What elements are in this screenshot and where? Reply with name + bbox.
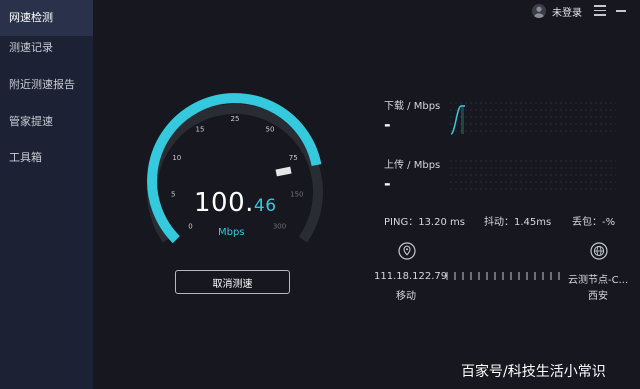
- upload-value: -: [384, 174, 391, 193]
- packet-loss-stat: 丢包：-%: [572, 217, 616, 228]
- speed-value: 100.46: [194, 188, 277, 218]
- server-node: 云测节点-C...: [568, 275, 629, 286]
- minimize-icon[interactable]: [616, 10, 626, 12]
- cancel-test-button[interactable]: 取消测速: [175, 270, 290, 294]
- client-ip: 111.18.122.79: [374, 271, 448, 282]
- upload-graph: [450, 160, 616, 190]
- gauge-tick-label: 25: [231, 115, 240, 123]
- sidebar-item-label: 工具箱: [9, 151, 42, 164]
- gauge-tick-label: 5: [171, 190, 175, 198]
- connection-progress-ticks: [446, 272, 560, 280]
- speed-value-decimal: 46: [253, 196, 277, 216]
- gauge-tick-label: 15: [196, 126, 205, 134]
- upload-label: 上传 / Mbps: [384, 160, 441, 171]
- sidebar-item-label: 附近测速报告: [9, 78, 75, 91]
- sidebar-item-nearby-report[interactable]: 附近测速报告: [0, 67, 93, 103]
- sidebar-item-history[interactable]: 测速记录: [0, 30, 93, 66]
- ping-stat: PING：13.20 ms: [384, 217, 465, 228]
- gauge-tick-label: 10: [172, 154, 181, 162]
- login-status[interactable]: 未登录: [532, 2, 582, 20]
- server-city: 西安: [588, 291, 608, 302]
- watermark: 百家号/科技生活小常识: [461, 364, 606, 380]
- globe-icon: [590, 242, 608, 260]
- sidebar-item-boost[interactable]: 管家提速: [0, 104, 93, 140]
- gauge-tick-label: 50: [266, 126, 275, 134]
- sidebar-item-toolbox[interactable]: 工具箱: [0, 140, 93, 176]
- download-value: -: [384, 115, 391, 134]
- gauge-tick-label: 0: [188, 223, 192, 231]
- location-pin-icon: [398, 242, 416, 260]
- download-graph: [450, 102, 616, 135]
- jitter-stat: 抖动：1.45ms: [484, 217, 552, 228]
- gauge-tick-label: 75: [289, 154, 298, 162]
- gauge-tick-label: 300: [273, 223, 286, 231]
- user-avatar-icon: [532, 4, 546, 18]
- login-label: 未登录: [552, 7, 582, 19]
- download-label: 下载 / Mbps: [384, 101, 441, 112]
- sidebar-item-label: 测速记录: [9, 41, 53, 54]
- sidebar: 网速检测 测速记录 附近测速报告 管家提速 工具箱: [0, 0, 93, 389]
- sidebar-item-label: 管家提速: [9, 115, 53, 128]
- speed-gauge: 0 5 10 15 25 50 75 150 300: [147, 93, 323, 244]
- client-isp: 移动: [396, 291, 416, 302]
- sidebar-item-label: 网速检测: [9, 11, 53, 24]
- gauge-tick-label: 150: [290, 190, 303, 198]
- gauge-needle: [275, 166, 292, 177]
- hamburger-menu-icon[interactable]: [594, 5, 606, 16]
- speed-unit: Mbps: [218, 227, 245, 238]
